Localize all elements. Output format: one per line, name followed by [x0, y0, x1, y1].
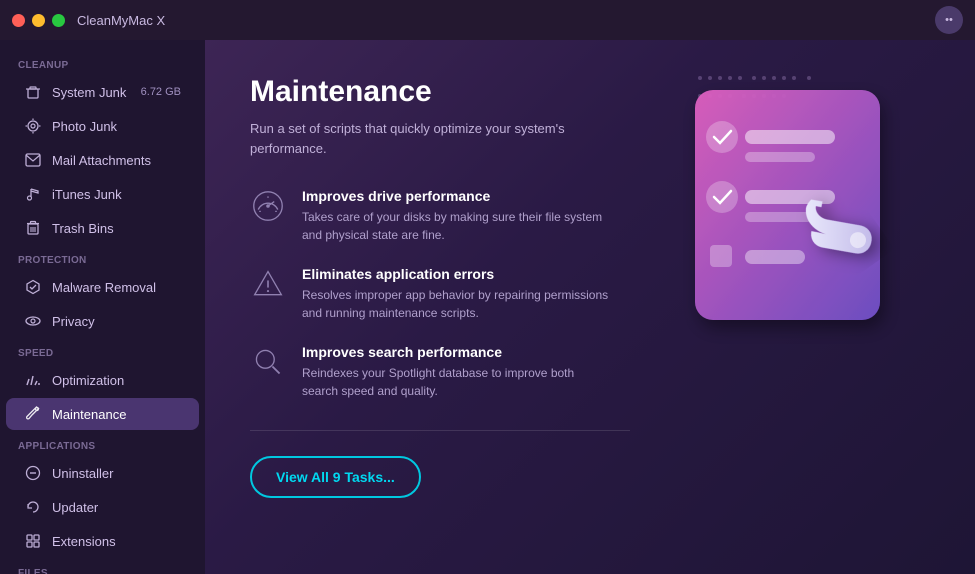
extensions-icon	[24, 532, 42, 550]
feature-desc-drive: Takes care of your disks by making sure …	[302, 208, 612, 244]
section-label-protection: PROTECTION	[0, 245, 205, 270]
feature-title-drive: Improves drive performance	[302, 188, 612, 204]
trash-bins-icon	[24, 219, 42, 237]
section-label-cleanup: CLEANUP	[0, 50, 205, 75]
feature-item-search: Improves search performance Reindexes yo…	[250, 344, 680, 400]
content-area: Maintenance Run a set of scripts that qu…	[205, 40, 975, 574]
system-junk-icon	[24, 83, 42, 101]
sidebar-item-privacy[interactable]: Privacy	[6, 305, 199, 337]
feature-title-search: Improves search performance	[302, 344, 612, 360]
feature-item-app-errors: Eliminates application errors Resolves i…	[250, 266, 680, 322]
sidebar-item-label-system-junk: System Junk	[52, 85, 126, 100]
sidebar-item-label-photo-junk: Photo Junk	[52, 119, 117, 134]
section-label-files: FILES	[0, 558, 205, 574]
sidebar-item-label-itunes: iTunes Junk	[52, 187, 122, 202]
traffic-lights	[12, 14, 65, 27]
sidebar-item-label-uninstaller: Uninstaller	[52, 466, 113, 481]
sidebar: CLEANUP System Junk 6.72 GB	[0, 40, 205, 574]
app-title: CleanMyMac X	[77, 13, 165, 28]
sidebar-item-label-privacy: Privacy	[52, 314, 95, 329]
photo-junk-icon	[24, 117, 42, 135]
itunes-icon	[24, 185, 42, 203]
sidebar-item-extensions[interactable]: Extensions	[6, 525, 199, 557]
system-junk-badge: 6.72 GB	[141, 86, 181, 98]
minimize-button[interactable]	[32, 14, 45, 27]
sidebar-item-trash-bins[interactable]: Trash Bins	[6, 212, 199, 244]
sidebar-item-label-maintenance: Maintenance	[52, 407, 126, 422]
sidebar-item-label-extensions: Extensions	[52, 534, 116, 549]
sidebar-item-label-optimization: Optimization	[52, 373, 124, 388]
sidebar-item-optimization[interactable]: Optimization	[6, 364, 199, 396]
feature-desc-search: Reindexes your Spotlight database to imp…	[302, 364, 612, 400]
sidebar-item-label-trash: Trash Bins	[52, 221, 114, 236]
sidebar-item-updater[interactable]: Updater	[6, 491, 199, 523]
feature-item-drive: Improves drive performance Takes care of…	[250, 188, 680, 244]
malware-icon	[24, 278, 42, 296]
sidebar-item-mail-attachments[interactable]: Mail Attachments	[6, 144, 199, 176]
titlebar: CleanMyMac X ••	[0, 0, 975, 40]
page-subtitle: Run a set of scripts that quickly optimi…	[250, 119, 580, 158]
feature-text-errors: Eliminates application errors Resolves i…	[302, 266, 612, 322]
section-label-applications: APPLICATIONS	[0, 431, 205, 456]
privacy-icon	[24, 312, 42, 330]
main-layout: CLEANUP System Junk 6.72 GB	[0, 40, 975, 574]
sidebar-item-photo-junk[interactable]: Photo Junk	[6, 110, 199, 142]
maintenance-icon	[24, 405, 42, 423]
feature-list: Improves drive performance Takes care of…	[250, 188, 680, 400]
mail-icon	[24, 151, 42, 169]
sidebar-item-system-junk[interactable]: System Junk 6.72 GB	[6, 76, 199, 108]
avatar[interactable]: ••	[935, 6, 963, 34]
close-button[interactable]	[12, 14, 25, 27]
maintenance-illustration	[665, 70, 945, 350]
content-divider	[250, 430, 630, 431]
feature-title-errors: Eliminates application errors	[302, 266, 612, 282]
app-errors-icon	[250, 266, 286, 302]
sidebar-item-label-mail: Mail Attachments	[52, 153, 151, 168]
feature-text-drive: Improves drive performance Takes care of…	[302, 188, 612, 244]
drive-performance-icon	[250, 188, 286, 224]
updater-icon	[24, 498, 42, 516]
search-performance-icon	[250, 344, 286, 380]
sidebar-item-malware-removal[interactable]: Malware Removal	[6, 271, 199, 303]
sidebar-item-maintenance[interactable]: Maintenance	[6, 398, 199, 430]
feature-text-search: Improves search performance Reindexes yo…	[302, 344, 612, 400]
sidebar-item-label-updater: Updater	[52, 500, 98, 515]
optimization-icon	[24, 371, 42, 389]
uninstaller-icon	[24, 464, 42, 482]
feature-desc-errors: Resolves improper app behavior by repair…	[302, 286, 612, 322]
sidebar-item-itunes-junk[interactable]: iTunes Junk	[6, 178, 199, 210]
maximize-button[interactable]	[52, 14, 65, 27]
view-all-tasks-button[interactable]: View All 9 Tasks...	[250, 456, 421, 498]
sidebar-item-label-malware: Malware Removal	[52, 280, 156, 295]
sidebar-item-uninstaller[interactable]: Uninstaller	[6, 457, 199, 489]
section-label-speed: SPEED	[0, 338, 205, 363]
